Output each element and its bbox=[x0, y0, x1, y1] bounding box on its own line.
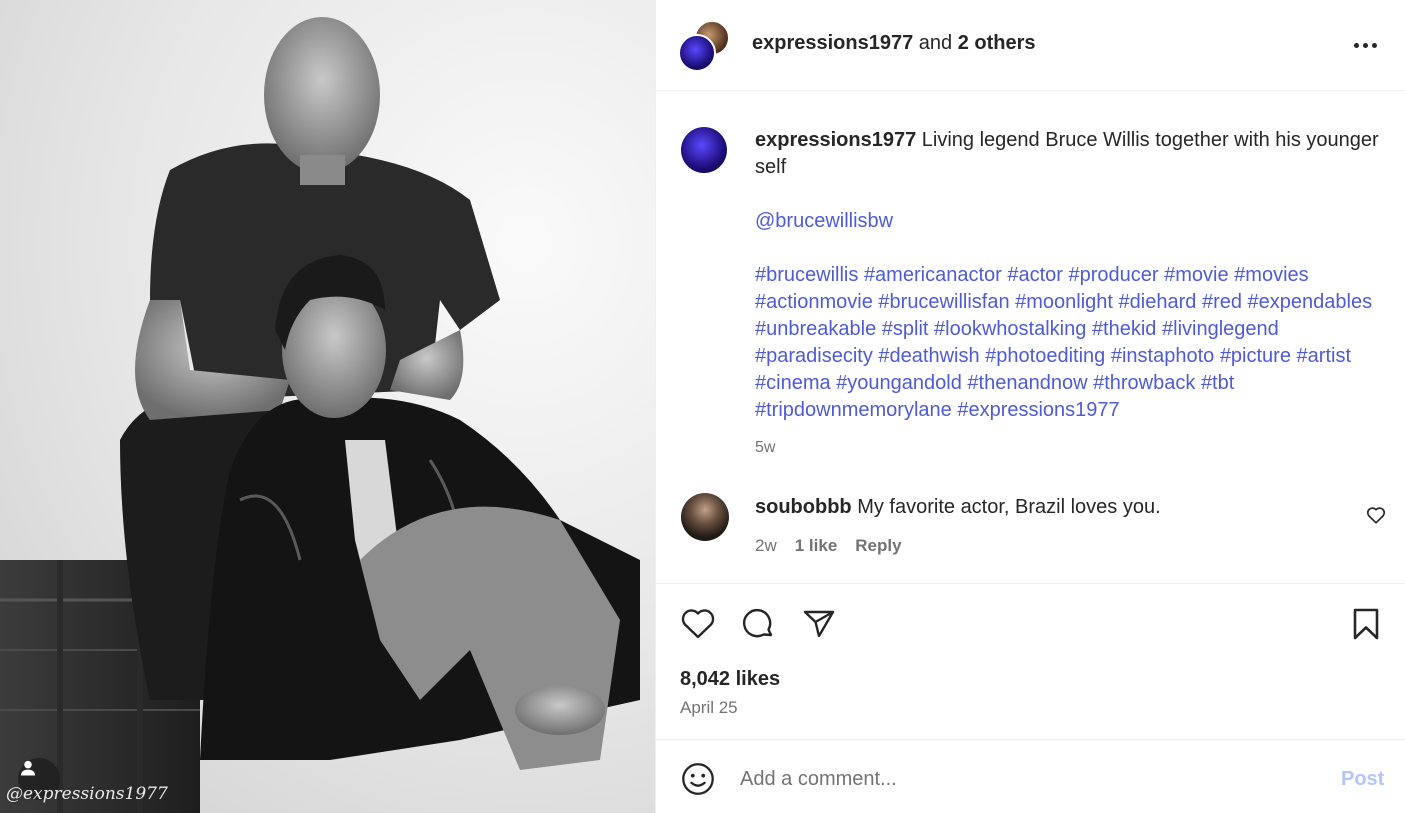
hashtag-link[interactable]: #paradisecity bbox=[755, 345, 873, 367]
hashtag-link[interactable]: #movies bbox=[1234, 264, 1308, 286]
hashtag-link[interactable]: #deathwish bbox=[878, 345, 979, 367]
hashtag-list: #brucewillis #americanactor #actor #prod… bbox=[755, 262, 1385, 424]
hashtag-link[interactable]: #throwback bbox=[1093, 372, 1195, 394]
caption-text: expressions1977 Living legend Bruce Will… bbox=[755, 127, 1385, 461]
hashtag-link[interactable]: #lookwhostalking bbox=[934, 318, 1086, 340]
owner-avatar bbox=[678, 34, 716, 72]
hashtag-link[interactable]: #cinema bbox=[755, 372, 831, 394]
post-date: April 25 bbox=[680, 698, 738, 717]
hashtag-link[interactable]: #expressions1977 bbox=[957, 399, 1119, 421]
post-side-panel: expressions1977 and 2 others expressions… bbox=[655, 0, 1405, 813]
share-icon[interactable] bbox=[799, 604, 839, 644]
comment-text: soubobbb My favorite actor, Brazil loves… bbox=[755, 496, 1161, 519]
mention-link[interactable]: @brucewillisbw bbox=[755, 210, 893, 232]
collab-avatars[interactable] bbox=[678, 20, 730, 72]
heart-icon[interactable] bbox=[678, 604, 718, 644]
comment-timestamp: 2w bbox=[755, 536, 777, 555]
comment-like-heart-icon[interactable] bbox=[1365, 504, 1387, 526]
hashtag-link[interactable]: #americanactor bbox=[864, 264, 1002, 286]
hashtag-link[interactable]: #producer bbox=[1069, 264, 1159, 286]
hashtag-link[interactable]: #brucewillisfan bbox=[878, 291, 1009, 313]
hashtag-link[interactable]: #unbreakable bbox=[755, 318, 876, 340]
hashtag-link[interactable]: #moonlight bbox=[1015, 291, 1113, 313]
hashtag-link[interactable]: #red bbox=[1202, 291, 1242, 313]
post-actions bbox=[656, 600, 1405, 648]
hashtag-link[interactable]: #thenandnow bbox=[967, 372, 1087, 394]
hashtag-link[interactable]: #movie bbox=[1164, 264, 1228, 286]
hashtag-link[interactable]: #artist bbox=[1297, 345, 1351, 367]
comment-likes[interactable]: 1 like bbox=[795, 536, 838, 556]
emoji-icon[interactable] bbox=[679, 760, 717, 798]
hashtag-link[interactable]: #instaphoto bbox=[1111, 345, 1214, 367]
hashtag-link[interactable]: #actor bbox=[1007, 264, 1063, 286]
more-options-button[interactable] bbox=[1350, 33, 1380, 57]
comment-body: My favorite actor, Brazil loves you. bbox=[857, 496, 1161, 518]
commenter-avatar[interactable] bbox=[681, 493, 729, 541]
post-photo[interactable]: @expressions1977 bbox=[0, 0, 655, 813]
owner-username[interactable]: expressions1977 bbox=[752, 32, 913, 54]
add-comment-bar: Post bbox=[656, 740, 1405, 813]
likes-count[interactable]: 8,042 likes bbox=[680, 668, 780, 691]
hashtag-link[interactable]: #tbt bbox=[1201, 372, 1234, 394]
caption-avatar[interactable] bbox=[681, 127, 727, 173]
hashtag-link[interactable]: #diehard bbox=[1119, 291, 1197, 313]
caption-username[interactable]: expressions1977 bbox=[755, 129, 916, 151]
other-authors-link[interactable]: 2 others bbox=[958, 32, 1036, 54]
comment-icon[interactable] bbox=[738, 604, 778, 644]
user-tag-icon bbox=[20, 760, 36, 776]
authors-conjunction: and bbox=[918, 32, 953, 54]
hashtag-link[interactable]: #split bbox=[882, 318, 929, 340]
bookmark-icon[interactable] bbox=[1346, 604, 1386, 644]
hashtag-link[interactable]: #thekid bbox=[1092, 318, 1157, 340]
divider bbox=[656, 583, 1405, 584]
commenter-username[interactable]: soubobbb bbox=[755, 496, 852, 518]
hashtag-link[interactable]: #livinglegend bbox=[1162, 318, 1279, 340]
comment-reply-button[interactable]: Reply bbox=[855, 536, 901, 556]
post-authors: expressions1977 and 2 others bbox=[752, 32, 1036, 55]
hashtag-link[interactable]: #youngandold bbox=[836, 372, 962, 394]
caption-timestamp: 5w bbox=[755, 439, 776, 456]
comment-input[interactable] bbox=[740, 764, 1300, 794]
hashtag-link[interactable]: #brucewillis bbox=[755, 264, 858, 286]
photo-watermark: @expressions1977 bbox=[6, 784, 168, 804]
hashtag-link[interactable]: #actionmovie bbox=[755, 291, 873, 313]
post-header: expressions1977 and 2 others bbox=[656, 0, 1405, 91]
more-options-icon bbox=[1353, 42, 1359, 48]
comment-item: soubobbb My favorite actor, Brazil loves… bbox=[656, 490, 1405, 580]
post-comment-button[interactable]: Post bbox=[1341, 768, 1384, 791]
hashtag-link[interactable]: #tripdownmemorylane bbox=[755, 399, 952, 421]
photo-illustration bbox=[0, 17, 640, 813]
hashtag-link[interactable]: #photoediting bbox=[985, 345, 1105, 367]
hashtag-link[interactable]: #picture bbox=[1220, 345, 1291, 367]
comment-meta: 2w 1 like Reply bbox=[755, 536, 902, 556]
hashtag-link[interactable]: #expendables bbox=[1248, 291, 1373, 313]
